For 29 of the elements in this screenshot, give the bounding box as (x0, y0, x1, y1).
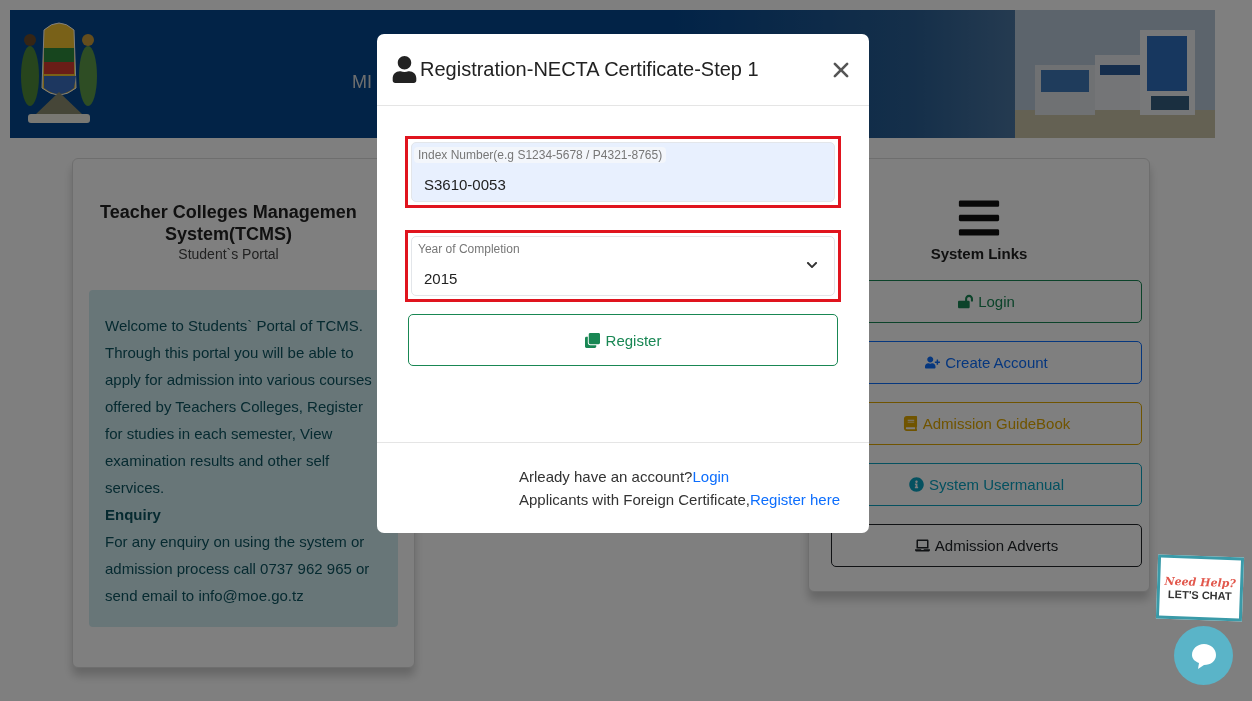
header-title: MI (352, 71, 372, 93)
year-select[interactable]: Year of Completion 2015 (411, 236, 835, 296)
book-icon (902, 416, 918, 431)
link-button[interactable]: Admission Adverts (831, 524, 1142, 567)
copy-icon (584, 332, 600, 348)
welcome-text: Welcome to Students` Portal of TCMS. Through this portal you will be able to apply for admission into various courses offered by Teachers Colleges, Register for studies in each semester, View examination results and other self services. (105, 316, 372, 498)
user-icon (391, 56, 418, 83)
enquiry-text: For any enquiry on using the system or admission process call 0737 962 965 or send email to info@moe.go.tz (105, 532, 371, 606)
card-title: System(TCMS) (165, 223, 292, 245)
field-label: Index Number(e.g S1234-5678 / P4321-8765) (414, 147, 667, 163)
footer-text: Arleady have an account?Login (519, 468, 731, 485)
badge-text: Need Help? (1164, 574, 1237, 590)
lock-icon (958, 294, 974, 309)
field-label: Year of Completion (417, 241, 521, 257)
chevron-down-icon (806, 259, 818, 271)
field-value: 2015 (424, 270, 458, 287)
card-subtitle: Student`s Portal (178, 246, 279, 262)
user-plus-icon (925, 355, 941, 370)
enquiry-heading: Enquiry (105, 505, 162, 525)
footer-link[interactable]: Login (692, 468, 730, 485)
info-icon (908, 477, 924, 492)
register-button[interactable]: Register (408, 314, 838, 366)
dialog-title: Registration-NECTA Certificate-Step 1 (420, 58, 759, 81)
chat-badge[interactable]: Need Help? LET'S CHAT (1155, 554, 1245, 622)
index-number-field[interactable]: Index Number(e.g S1234-5678 / P4321-8765) S3610-0053 (411, 142, 835, 202)
card-title: Teacher Colleges Managemen (100, 201, 357, 223)
card-title: System Links (930, 245, 1028, 262)
laptop-icon (914, 538, 930, 553)
field-value: S3610-0053 (424, 176, 506, 193)
